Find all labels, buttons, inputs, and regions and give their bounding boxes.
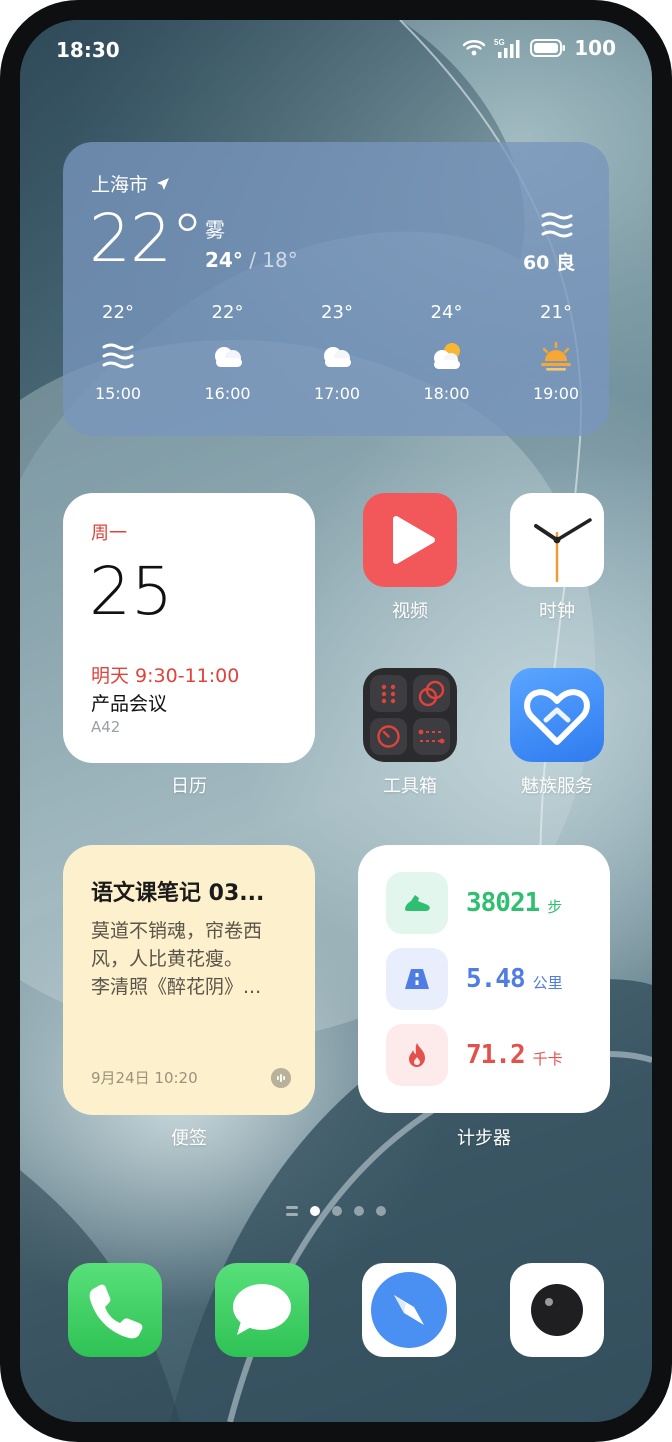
note-body-line: 莫道不销魂，帘卷西 [91, 920, 263, 942]
page-dot [376, 1206, 386, 1216]
calendar-label: 日历 [171, 776, 207, 797]
messages-app-icon[interactable] [215, 1263, 309, 1357]
forecast-item: 21° 19:00 [525, 302, 587, 403]
page-dot [354, 1206, 364, 1216]
play-icon [393, 516, 435, 564]
distance-unit: 公里 [532, 973, 563, 992]
forecast-temp: 24° [430, 302, 463, 323]
weather-city: 上海市 [91, 174, 149, 196]
status-icons: 5G 100 [462, 36, 616, 60]
status-time: 18:30 [56, 38, 120, 62]
calendar-event-location: A42 [91, 718, 121, 736]
forecast-temp: 23° [321, 302, 353, 323]
clock-face-icon [534, 518, 592, 583]
flame-icon [386, 1024, 448, 1086]
calories-row: 71.2 千卡 [386, 1024, 596, 1086]
calendar-weekday: 周一 [91, 523, 127, 544]
app-drawer-indicator-icon [286, 1206, 298, 1216]
calendar-event-time: 明天 9:30-11:00 [91, 665, 240, 687]
calories-value: 71.2 [466, 1040, 526, 1070]
sunset-icon [541, 341, 571, 371]
forecast-time: 17:00 [313, 384, 361, 403]
browser-icon [371, 1272, 447, 1348]
toolbox-grid-icon [370, 675, 450, 755]
phone-icon [89, 1284, 143, 1339]
meizu-service-app-icon[interactable] [510, 668, 604, 762]
calendar-event-title: 产品会议 [91, 693, 168, 715]
weather-widget[interactable]: 上海市 22° 雾 24° / 18° 60 良 22° 15:00 22° 1… [63, 142, 609, 436]
forecast-temp: 22° [102, 302, 134, 323]
calendar-widget[interactable]: 周一 25 明天 9:30-11:00 产品会议 A42 [63, 493, 315, 763]
clock-app-label: 时钟 [539, 601, 575, 622]
toolbox-app-label: 工具箱 [383, 776, 437, 797]
browser-app-icon[interactable] [362, 1263, 456, 1357]
video-app-label: 视频 [392, 601, 428, 622]
video-app-icon[interactable] [363, 493, 457, 587]
forecast-item: 24° 18:00 [416, 302, 478, 403]
location-arrow-icon [157, 177, 170, 190]
page-indicator[interactable] [286, 1206, 386, 1216]
voice-memo-icon [271, 1068, 291, 1088]
steps-value: 38021 [466, 888, 540, 918]
page-dot [310, 1206, 320, 1216]
distance-value: 5.48 [466, 964, 526, 994]
pedometer-widget[interactable]: 38021 步 5.48 公里 71.2 千卡 [358, 845, 610, 1113]
note-body-line: 李清照《醉花阴》... [91, 976, 262, 998]
weather-high: 24° [205, 248, 243, 272]
weather-condition: 雾 [205, 218, 225, 242]
cellular-signal-icon: 5G [494, 38, 520, 58]
forecast-time: 15:00 [94, 384, 142, 403]
note-widget[interactable]: 语文课笔记 03... 莫道不销魂，帘卷西 风，人比黄花瘦。 李清照《醉花阴》.… [63, 845, 315, 1115]
air-quality: 60 良 [522, 252, 575, 274]
phone-app-icon[interactable] [68, 1263, 162, 1357]
weather-location: 上海市 [91, 170, 170, 197]
forecast-temp: 21° [540, 302, 572, 323]
wifi-icon [463, 40, 486, 56]
calories-unit: 千卡 [532, 1049, 563, 1068]
note-body: 莫道不销魂，帘卷西 风，人比黄花瘦。 李清照《醉花阴》... [91, 917, 297, 1001]
clock-app-icon[interactable] [510, 493, 604, 587]
forecast-time: 18:00 [423, 384, 470, 403]
note-title: 语文课笔记 03... [91, 881, 265, 906]
weather-range: 24° / 18° [205, 248, 298, 272]
camera-app-icon[interactable] [510, 1263, 604, 1357]
steps-row: 38021 步 [386, 872, 596, 934]
calendar-date: 25 [89, 553, 173, 630]
messages-icon [233, 1284, 291, 1335]
distance-row: 5.48 公里 [386, 948, 596, 1010]
forecast-item: 22° 15:00 [87, 302, 149, 403]
home-screen: 18:30 5G 100 上海市 22° 雾 24° / 18° 60 良 22… [20, 20, 652, 1422]
note-label: 便签 [171, 1128, 207, 1149]
meizu-service-app-label: 魅族服务 [521, 776, 593, 797]
cloudy-icon [214, 347, 242, 367]
pedometer-label: 计步器 [457, 1128, 511, 1149]
page-dot [332, 1206, 342, 1216]
phone-frame: 18:30 5G 100 上海市 22° 雾 24° / 18° 60 良 22… [0, 0, 672, 1442]
partly-sunny-icon [433, 343, 460, 369]
fog-icon [102, 343, 134, 369]
svg-text:5G: 5G [494, 38, 505, 47]
forecast-time: 19:00 [532, 384, 580, 403]
heart-icon [524, 689, 590, 745]
forecast-time: 16:00 [204, 384, 251, 403]
fog-icon [541, 212, 573, 238]
forecast-item: 22° 16:00 [197, 302, 259, 403]
hourly-forecast: 22° 15:00 22° 16:00 23° 17:00 24° 18:00 … [87, 302, 587, 403]
camera-icon [531, 1284, 583, 1336]
toolbox-app-icon[interactable] [363, 668, 457, 762]
forecast-temp: 22° [211, 302, 244, 323]
note-date: 9月24日 10:20 [91, 1069, 198, 1087]
weather-range-separator: / [242, 248, 263, 272]
battery-level: 100 [574, 36, 616, 60]
cloudy-icon [324, 347, 351, 367]
road-icon [386, 948, 448, 1010]
battery-icon [530, 39, 566, 57]
forecast-item: 23° 17:00 [306, 302, 368, 403]
weather-low: 18° [262, 248, 298, 272]
sneaker-icon [386, 872, 448, 934]
weather-temperature: 22° [89, 200, 204, 277]
note-body-line: 风，人比黄花瘦。 [91, 948, 244, 970]
steps-unit: 步 [547, 897, 563, 916]
